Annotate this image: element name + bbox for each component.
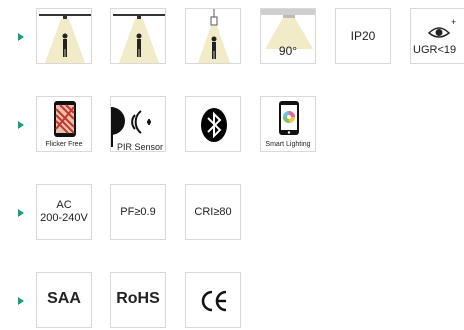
bullet-arrow-icon <box>18 297 24 305</box>
smart-lighting-label: Smart Lighting <box>265 141 311 148</box>
bluetooth-tile <box>185 96 241 152</box>
row-lighting: 90° IP20 + UGR<19 <box>0 8 464 66</box>
voltage-tile: AC 200-240V <box>36 184 92 240</box>
ce-mark-icon <box>201 290 227 312</box>
svg-text:+: + <box>451 17 456 27</box>
beam-person-light-tile-2 <box>110 8 166 64</box>
ugr-label: UGR<19 <box>413 44 457 56</box>
flicker-free-tile: Flicker Free <box>36 96 92 152</box>
bullet-arrow-icon <box>18 33 24 41</box>
power-factor-label: PF≥0.9 <box>120 206 156 218</box>
pendant-light-person-icon <box>198 9 230 63</box>
saa-label: SAA <box>47 290 81 307</box>
row-certifications: SAA RoHS <box>0 272 464 330</box>
pendant-person-light-tile <box>185 8 241 64</box>
saa-tile: SAA <box>36 272 92 328</box>
voltage-line1: AC <box>56 199 72 211</box>
flicker-free-label: Flicker Free <box>45 141 83 148</box>
ip-rating-tile: IP20 <box>335 8 391 64</box>
rohs-tile: RoHS <box>110 272 166 328</box>
ce-tile <box>185 272 241 328</box>
cri-label: CRI≥80 <box>194 206 232 218</box>
voltage-line2: 200-240V <box>40 212 88 224</box>
beam-angle-label: 90° <box>278 44 298 58</box>
smart-lighting-tile: Smart Lighting <box>260 96 316 152</box>
row-electrical: AC 200-240V PF≥0.9 CRI≥80 <box>0 184 464 242</box>
pir-sensor-label: PIR Sensor <box>117 142 164 152</box>
ip-rating-label: IP20 <box>350 29 376 43</box>
bullet-arrow-icon <box>18 209 24 217</box>
bullet-arrow-icon <box>18 121 24 129</box>
beam-angle-tile: 90° <box>260 8 316 64</box>
downlight-person-icon <box>39 14 91 63</box>
pir-sensor-tile: PIR Sensor <box>110 96 166 152</box>
beam-person-light-tile-1 <box>36 8 92 64</box>
ugr-tile: + UGR<19 <box>410 8 464 64</box>
cri-tile: CRI≥80 <box>185 184 241 240</box>
downlight-person-icon <box>113 14 165 63</box>
row-features: Flicker Free PIR Sensor Smart Lighting <box>0 96 464 154</box>
bluetooth-icon <box>201 108 227 142</box>
rohs-label: RoHS <box>116 290 160 307</box>
power-factor-tile: PF≥0.9 <box>110 184 166 240</box>
